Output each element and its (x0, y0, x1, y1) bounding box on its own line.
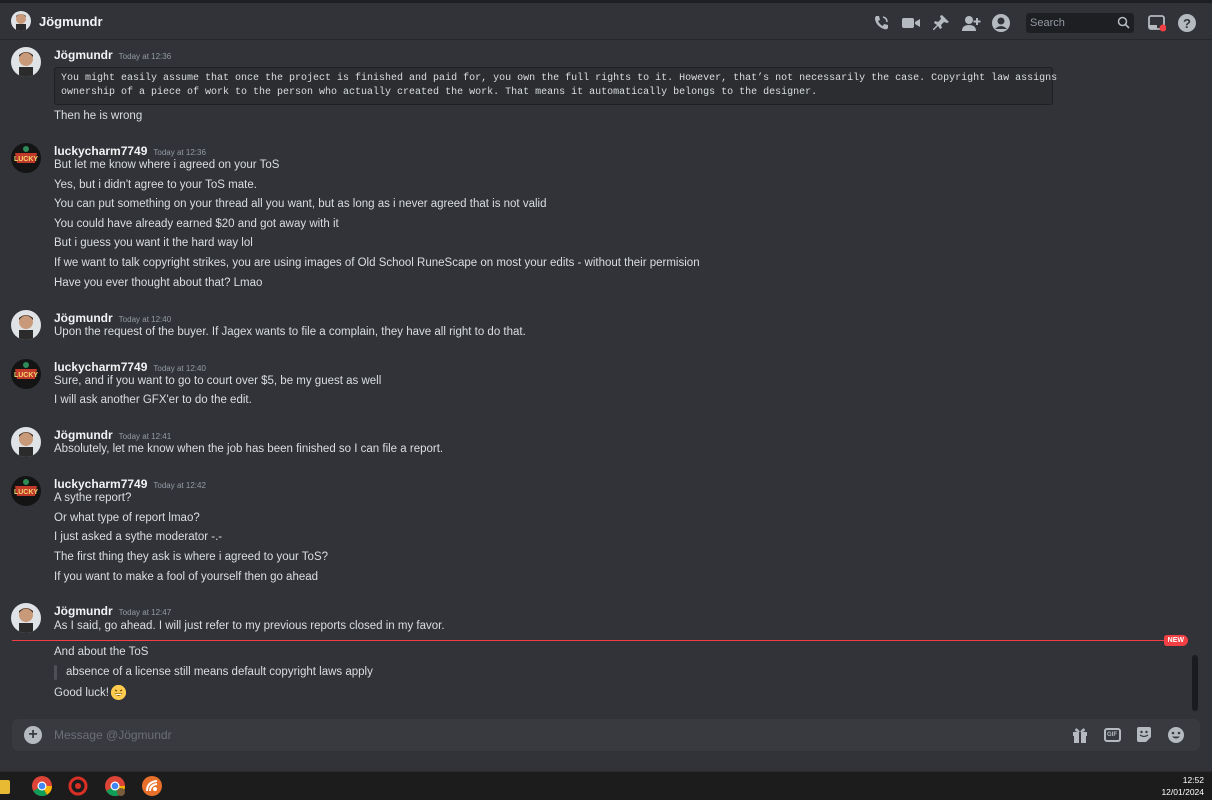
message-author[interactable]: Jögmundr Today at 12:40 (54, 311, 171, 325)
add-attachment-icon[interactable]: + (24, 726, 42, 744)
help-icon[interactable]: ? (1176, 12, 1198, 34)
avatar[interactable] (11, 47, 41, 77)
avatar[interactable]: LUCKY (11, 143, 41, 173)
system-clock[interactable]: 12:52 12/01/2024 (1144, 774, 1204, 798)
gift-icon[interactable] (1069, 724, 1091, 746)
svg-text:LUCKY: LUCKY (14, 156, 38, 163)
new-messages-badge: NEW (1163, 635, 1188, 646)
grinning-emoji-icon[interactable] (110, 685, 126, 700)
video-call-icon[interactable] (900, 12, 922, 34)
message-timestamp: Today at 12:40 (153, 364, 206, 373)
message-author[interactable]: Jögmundr Today at 12:41 (54, 428, 171, 442)
dm-header: Jögmundr ? (0, 0, 1212, 40)
blockquote-bar (54, 665, 57, 680)
message-timestamp: Today at 12:41 (118, 432, 172, 441)
search-icon[interactable] (1117, 16, 1130, 34)
user-profile-icon[interactable] (990, 12, 1012, 34)
message-text: If we want to talk copyright strikes, yo… (54, 257, 700, 269)
message-list: Jögmundr Today at 12:36 You might easily … (0, 40, 1200, 715)
sticker-icon[interactable] (1133, 724, 1155, 746)
code-block: You might easily assume that once the pr… (54, 67, 1057, 105)
message-text: But let me know where i agreed on your T… (54, 159, 280, 171)
blockquote-text: absence of a license still means default… (66, 666, 373, 678)
message-timestamp: Today at 12:42 (153, 481, 206, 490)
chrome-profile-icon[interactable] (105, 776, 126, 797)
message-text: Yes, but i didn't agree to your ToS mate… (54, 179, 257, 191)
message-author[interactable]: luckycharm7749 Today at 12:40 (54, 360, 206, 374)
message-text: Upon the request of the buyer. If Jagex … (54, 326, 526, 338)
message-text: And about the ToS (54, 646, 149, 658)
scrollbar-thumb[interactable] (1192, 655, 1198, 711)
avatar[interactable]: LUCKY (11, 359, 41, 389)
avatar[interactable] (11, 11, 31, 31)
message-timestamp: Today at 12:36 (118, 52, 172, 61)
svg-text:LUCKY: LUCKY (14, 489, 38, 496)
message-author[interactable]: Jögmundr Today at 12:47 (54, 604, 171, 618)
message-author[interactable]: luckycharm7749 Today at 12:36 (54, 144, 206, 158)
dm-title: Jögmundr (39, 13, 103, 29)
message-text: As I said, go ahead. I will just refer t… (54, 620, 445, 632)
avatar[interactable]: LUCKY (11, 476, 41, 506)
voice-call-icon[interactable] (870, 12, 892, 34)
message-timestamp: Today at 12:40 (118, 315, 172, 324)
file-explorer-icon[interactable] (0, 780, 10, 794)
message-text: I will ask another GFX'er to do the edit… (54, 394, 252, 406)
message-text: Or what type of report lmao? (54, 512, 200, 524)
search-input[interactable] (1030, 17, 1114, 29)
message-text: You could have already earned $20 and go… (54, 218, 339, 230)
inbox-icon[interactable] (1146, 12, 1168, 34)
message-text: The first thing they ask is where i agre… (54, 551, 329, 563)
message-text: Then he is wrong (54, 110, 143, 122)
pinned-messages-icon[interactable] (930, 12, 952, 34)
message-text: Have you ever thought about that? Lmao (54, 277, 263, 289)
message-text: If you want to make a fool of yourself t… (54, 571, 319, 583)
message-timestamp: Today at 12:36 (153, 148, 206, 157)
message-text: Sure, and if you want to go to court ove… (54, 375, 382, 387)
message-composer: + GIF (12, 719, 1200, 751)
message-text: I just asked a sythe moderator -.- (54, 531, 223, 543)
message-text: Absolutely, let me know when the job has… (54, 443, 444, 455)
message-text: You can put something on your thread all… (54, 198, 547, 210)
message-timestamp: Today at 12:47 (118, 608, 172, 617)
app-red-icon[interactable] (68, 776, 88, 796)
add-friend-icon[interactable] (960, 12, 982, 34)
message-text: But i guess you want it the hard way lol (54, 237, 253, 249)
message-author[interactable]: Jögmundr Today at 12:36 (54, 48, 171, 62)
avatar[interactable] (11, 310, 41, 340)
new-messages-divider (12, 640, 1188, 641)
gif-icon[interactable]: GIF (1101, 724, 1123, 746)
message-input[interactable] (54, 726, 954, 744)
emoji-picker-icon[interactable] (1165, 724, 1187, 746)
message-text: A sythe report? (54, 492, 132, 504)
avatar[interactable] (11, 427, 41, 457)
message-author[interactable]: luckycharm7749 Today at 12:42 (54, 477, 206, 491)
svg-text:?: ? (1183, 16, 1191, 31)
svg-text:LUCKY: LUCKY (14, 372, 38, 379)
chrome-icon[interactable] (32, 776, 53, 797)
search-box[interactable] (1026, 13, 1134, 33)
os-taskbar: 12:52 12/01/2024 (0, 771, 1212, 800)
message-text: Good luck! (54, 685, 126, 700)
app-orange-icon[interactable] (142, 776, 162, 796)
avatar[interactable] (11, 603, 41, 633)
